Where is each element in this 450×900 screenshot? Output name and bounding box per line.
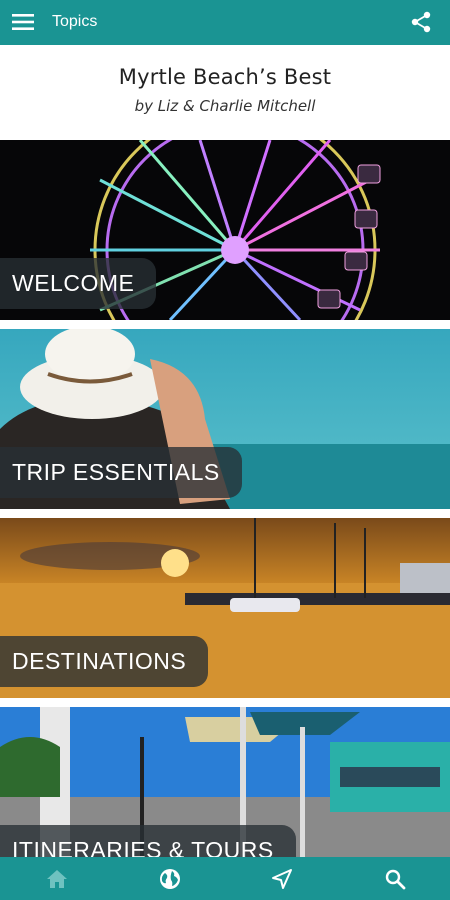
app-bar-title: Topics — [52, 13, 98, 30]
share-icon[interactable] — [410, 11, 432, 33]
navigation-arrow-icon[interactable] — [270, 867, 294, 891]
app-bar: Topics — [0, 0, 450, 45]
home-icon[interactable] — [45, 867, 69, 891]
guide-author: by Liz & Charlie Mitchell — [134, 97, 316, 115]
globe-icon[interactable] — [158, 867, 182, 891]
topic-label-welcome: WELCOME — [0, 258, 157, 309]
topic-card-welcome[interactable]: WELCOME — [0, 140, 450, 320]
topic-label-trip-essentials: TRIP ESSENTIALS — [0, 447, 242, 498]
guide-title: Myrtle Beach’s Best — [118, 65, 332, 89]
menu-icon[interactable] — [12, 12, 34, 32]
search-icon[interactable] — [383, 867, 407, 891]
topic-card-itineraries-tours[interactable]: ITINERARIES & TOURS — [0, 707, 450, 857]
guide-header: Myrtle Beach’s Best by Liz & Charlie Mit… — [0, 45, 450, 140]
topic-card-destinations[interactable]: DESTINATIONS — [0, 518, 450, 698]
topic-label-itineraries-tours: ITINERARIES & TOURS — [0, 825, 296, 857]
topic-label-destinations: DESTINATIONS — [0, 636, 209, 687]
topic-card-trip-essentials[interactable]: TRIP ESSENTIALS — [0, 329, 450, 509]
bottom-navigation — [0, 857, 450, 900]
